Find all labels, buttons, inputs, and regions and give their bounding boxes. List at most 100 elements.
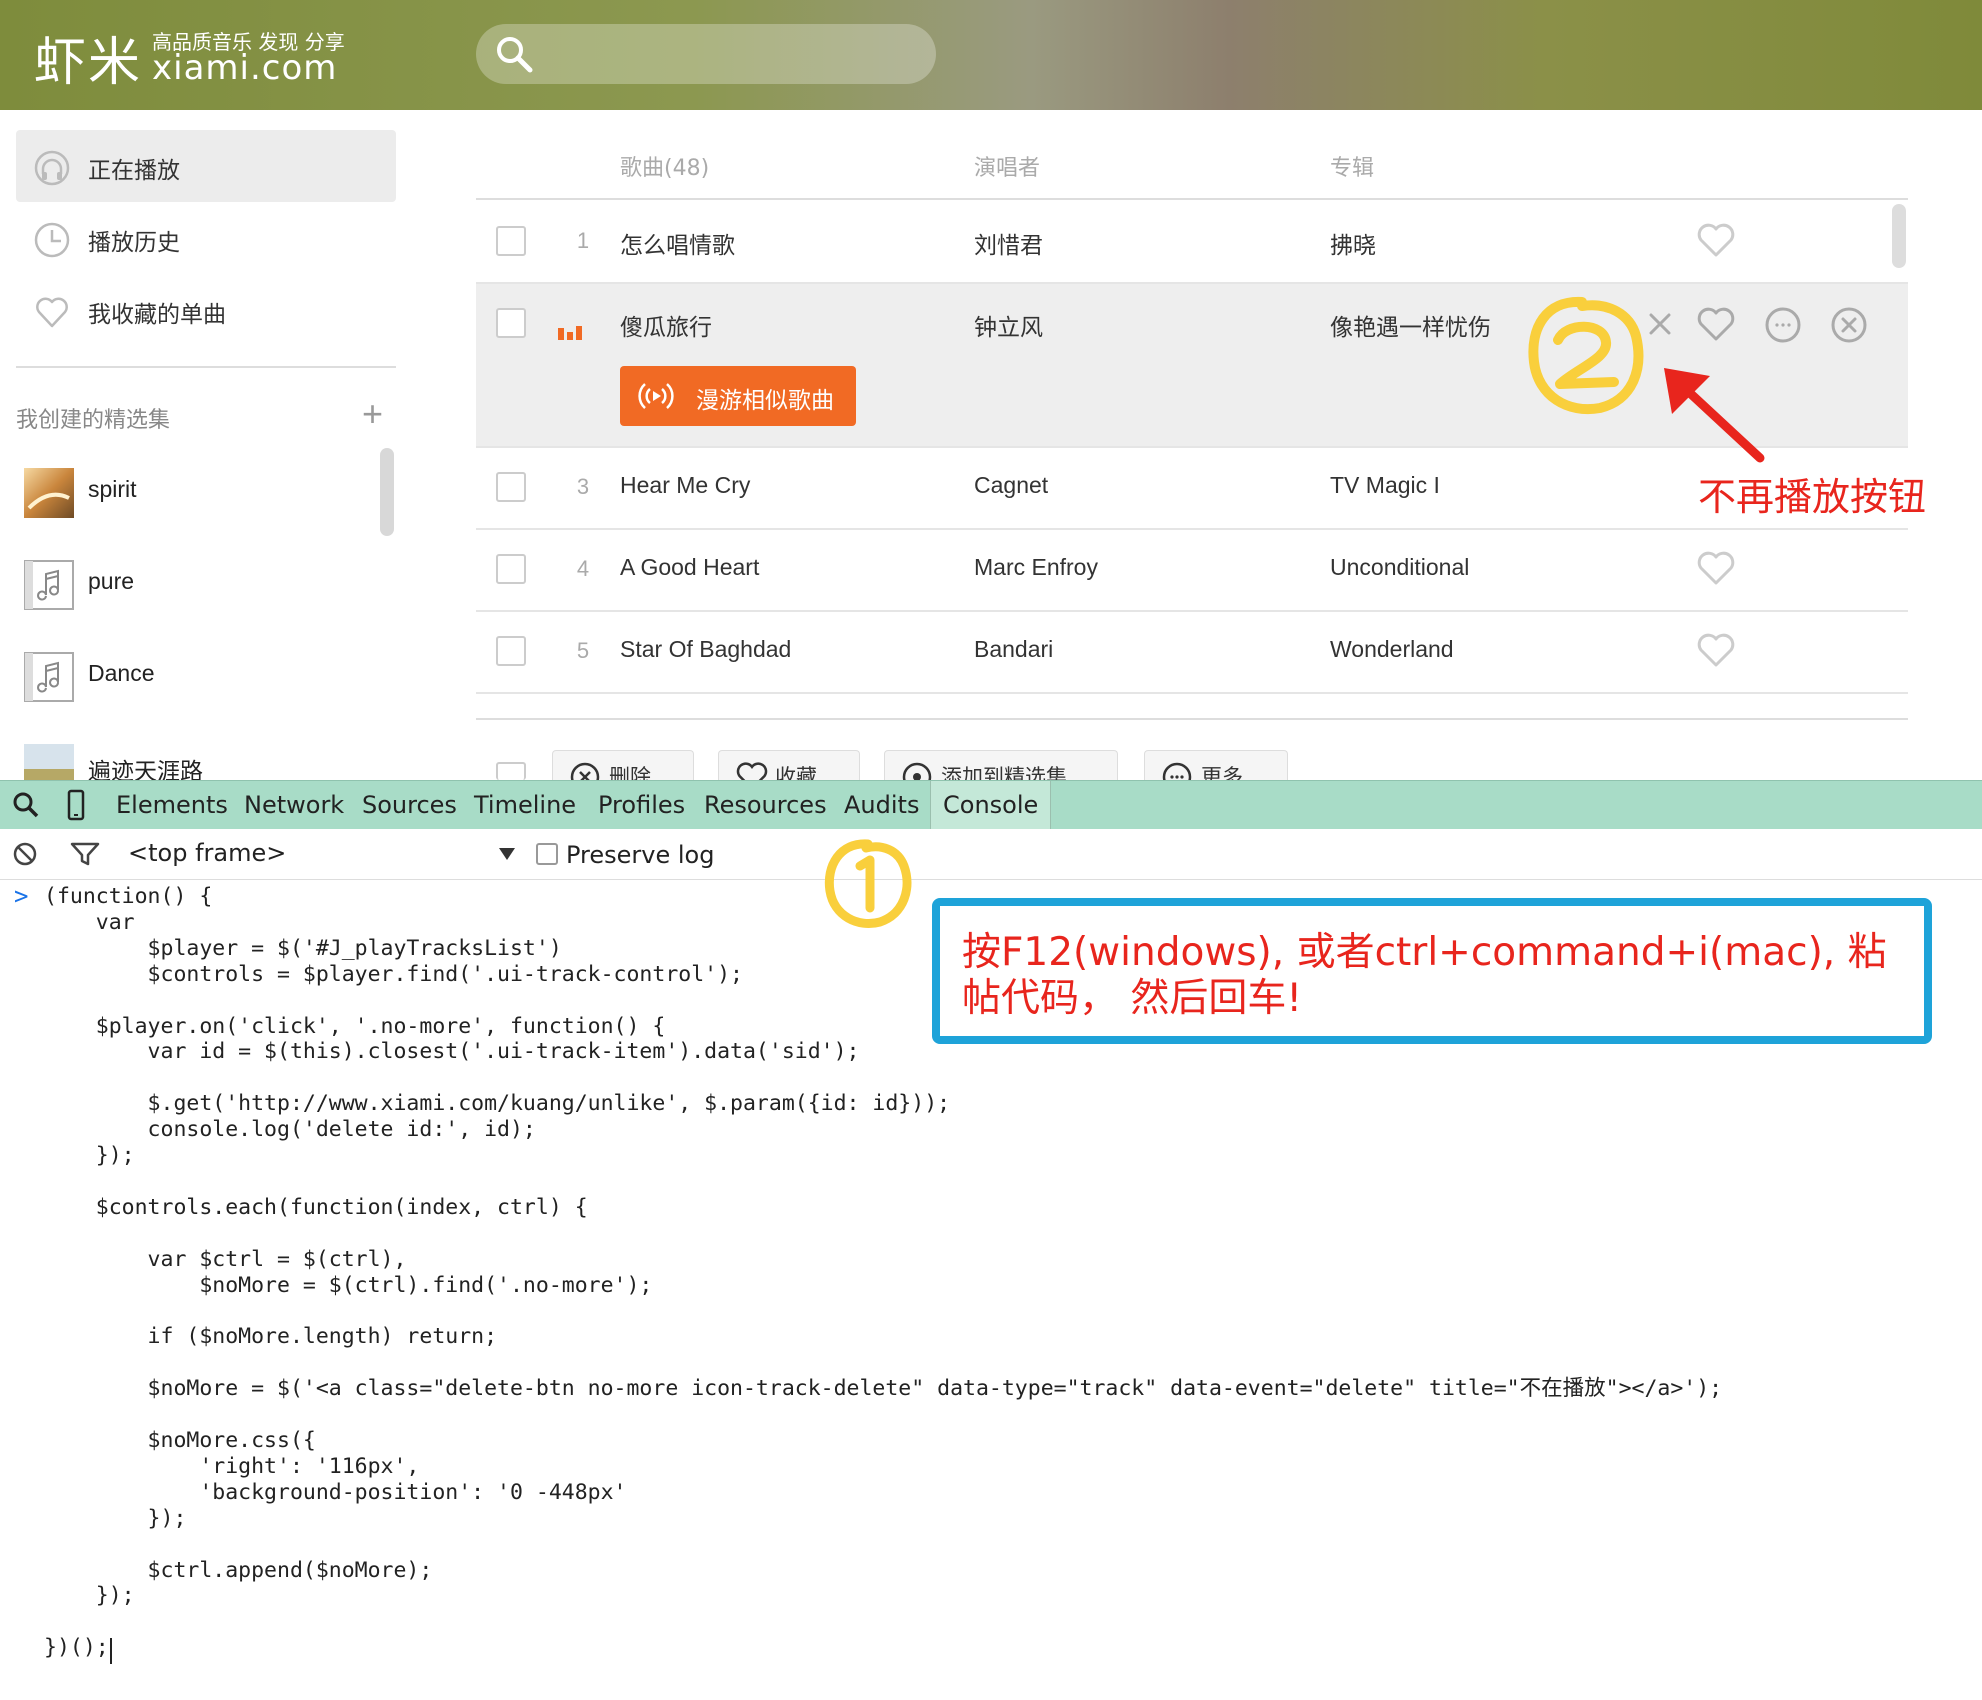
preserve-log-checkbox[interactable] xyxy=(536,843,558,865)
collection-label: 遍迹天涯路 xyxy=(88,758,203,780)
list-bottom-divider xyxy=(476,718,1908,720)
collections-section-title: 我创建的精选集 xyxy=(16,408,171,433)
delete-button[interactable]: 删除 xyxy=(552,750,694,781)
headphones-icon xyxy=(34,150,70,186)
track-album[interactable]: 像艳遇一样忧伤 xyxy=(1330,308,1491,342)
instruction-text: 按F12(windows), 或者ctrl+command+i(mac), 粘帖… xyxy=(962,930,1887,1021)
track-title[interactable]: Star Of Baghdad xyxy=(620,636,791,663)
heart-icon[interactable] xyxy=(1696,306,1736,342)
add-collection-button[interactable]: + xyxy=(362,396,383,432)
tab-console[interactable]: Console xyxy=(930,781,1052,829)
album-thumb xyxy=(24,744,74,780)
logo-chinese[interactable]: 虾米 xyxy=(34,20,142,95)
track-album[interactable]: 拂晓 xyxy=(1330,226,1376,260)
sidebar-item-label: 播放历史 xyxy=(88,230,180,256)
track-title[interactable]: 傻瓜旅行 xyxy=(620,308,712,342)
console-toolbar: <top frame> Preserve log xyxy=(0,829,1982,880)
tab-sources[interactable]: Sources xyxy=(362,791,457,819)
no-more-close-icon[interactable] xyxy=(1646,310,1674,338)
column-header-song[interactable]: 歌曲(48) xyxy=(620,150,709,182)
more-icon xyxy=(1162,762,1192,781)
radio-wave-icon xyxy=(638,383,674,409)
track-title[interactable]: Hear Me Cry xyxy=(620,472,750,499)
heart-icon[interactable] xyxy=(1696,222,1736,258)
favorite-button[interactable]: 收藏 xyxy=(718,750,860,781)
track-row[interactable]: 1 怎么唱情歌 刘惜君 拂晓 xyxy=(476,200,1908,284)
sidebar-item-history[interactable]: 播放历史 xyxy=(16,202,396,274)
music-note-icon xyxy=(24,560,74,610)
roam-button-label: 漫游相似歌曲 xyxy=(696,388,834,414)
track-checkbox[interactable] xyxy=(496,554,526,584)
track-artist[interactable]: 刘惜君 xyxy=(974,226,1043,260)
sidebar-item-label: 我收藏的单曲 xyxy=(88,302,226,328)
track-checkbox[interactable] xyxy=(496,636,526,666)
logo-domain[interactable]: xiami.com xyxy=(152,48,337,88)
track-artist[interactable]: Marc Enfroy xyxy=(974,554,1098,581)
action-label: 删除 xyxy=(609,765,651,781)
track-number: 3 xyxy=(576,474,590,499)
no-replay-button-label: 不再播放按钮 xyxy=(1698,475,1927,519)
collection-item-travel[interactable]: 遍迹天涯路 xyxy=(24,736,384,780)
sidebar-item-favorites[interactable]: 我收藏的单曲 xyxy=(16,274,396,346)
heart-icon[interactable] xyxy=(1696,632,1736,668)
clear-console-icon[interactable] xyxy=(12,841,38,867)
collection-item-pure[interactable]: pure xyxy=(24,552,384,616)
track-artist[interactable]: Bandari xyxy=(974,636,1053,663)
tab-network[interactable]: Network xyxy=(244,791,344,819)
devtools-tab-bar: Elements Network Sources Timeline Profil… xyxy=(0,780,1982,830)
track-checkbox[interactable] xyxy=(496,472,526,502)
track-title[interactable]: 怎么唱情歌 xyxy=(620,226,735,260)
more-icon[interactable] xyxy=(1764,306,1802,344)
collection-item-dance[interactable]: Dance xyxy=(24,644,384,708)
tab-timeline[interactable]: Timeline xyxy=(474,791,576,819)
clock-icon xyxy=(34,222,70,258)
column-header-artist[interactable]: 演唱者 xyxy=(974,150,1040,182)
tab-elements[interactable]: Elements xyxy=(116,791,228,819)
sidebar-divider xyxy=(16,366,396,368)
column-header-album[interactable]: 专辑 xyxy=(1330,150,1374,182)
album-thumb xyxy=(24,468,74,518)
marker-2-text: 2 xyxy=(0,0,1,1)
more-actions-button[interactable]: 更多 xyxy=(1144,750,1288,781)
tab-profiles[interactable]: Profiles xyxy=(598,791,685,819)
delete-icon[interactable] xyxy=(1830,306,1868,344)
action-label: 更多 xyxy=(1201,765,1243,781)
track-artist[interactable]: Cagnet xyxy=(974,472,1048,499)
track-checkbox[interactable] xyxy=(496,308,526,338)
action-label: 收藏 xyxy=(775,765,817,781)
heart-icon[interactable] xyxy=(1696,550,1736,586)
track-title[interactable]: A Good Heart xyxy=(620,554,759,581)
action-label: 添加到精选集 xyxy=(941,765,1067,781)
roam-similar-songs-button[interactable]: 漫游相似歌曲 xyxy=(620,366,856,426)
search-icon[interactable] xyxy=(494,34,534,74)
track-album[interactable]: Wonderland xyxy=(1330,636,1454,663)
sidebar-item-now-playing[interactable]: 正在播放 xyxy=(16,130,396,202)
track-album[interactable]: Unconditional xyxy=(1330,554,1469,581)
device-mode-icon[interactable] xyxy=(66,789,86,821)
select-all-checkbox[interactable] xyxy=(496,762,526,780)
track-number: 5 xyxy=(576,638,590,663)
instruction-callout: 按F12(windows), 或者ctrl+command+i(mac), 粘帖… xyxy=(932,898,1932,1044)
add-collection-icon xyxy=(902,762,932,781)
track-artist[interactable]: 钟立风 xyxy=(974,308,1043,342)
tab-resources[interactable]: Resources xyxy=(704,791,827,819)
heart-icon xyxy=(36,297,68,328)
console-prompt: > xyxy=(14,882,29,910)
collection-item-spirit[interactable]: spirit xyxy=(24,460,384,524)
track-album[interactable]: TV Magic I xyxy=(1330,472,1440,499)
track-row[interactable]: 5 Star Of Baghdad Bandari Wonderland xyxy=(476,612,1908,694)
track-checkbox[interactable] xyxy=(496,226,526,256)
dropdown-arrow-icon[interactable] xyxy=(498,847,516,861)
frame-select[interactable]: <top frame> xyxy=(128,839,286,867)
track-number: 4 xyxy=(576,556,590,581)
tab-audits[interactable]: Audits xyxy=(844,791,919,819)
annotation-marker-2 xyxy=(1528,296,1644,415)
filter-icon[interactable] xyxy=(70,841,100,867)
collection-label: pure xyxy=(88,568,135,594)
search-input[interactable] xyxy=(476,24,936,84)
inspect-search-icon[interactable] xyxy=(12,791,40,819)
playing-equalizer-icon xyxy=(558,326,582,340)
sidebar-item-label: 正在播放 xyxy=(88,158,180,184)
add-to-collection-button[interactable]: 添加到精选集 xyxy=(884,750,1118,781)
track-row[interactable]: 4 A Good Heart Marc Enfroy Unconditional xyxy=(476,530,1908,612)
